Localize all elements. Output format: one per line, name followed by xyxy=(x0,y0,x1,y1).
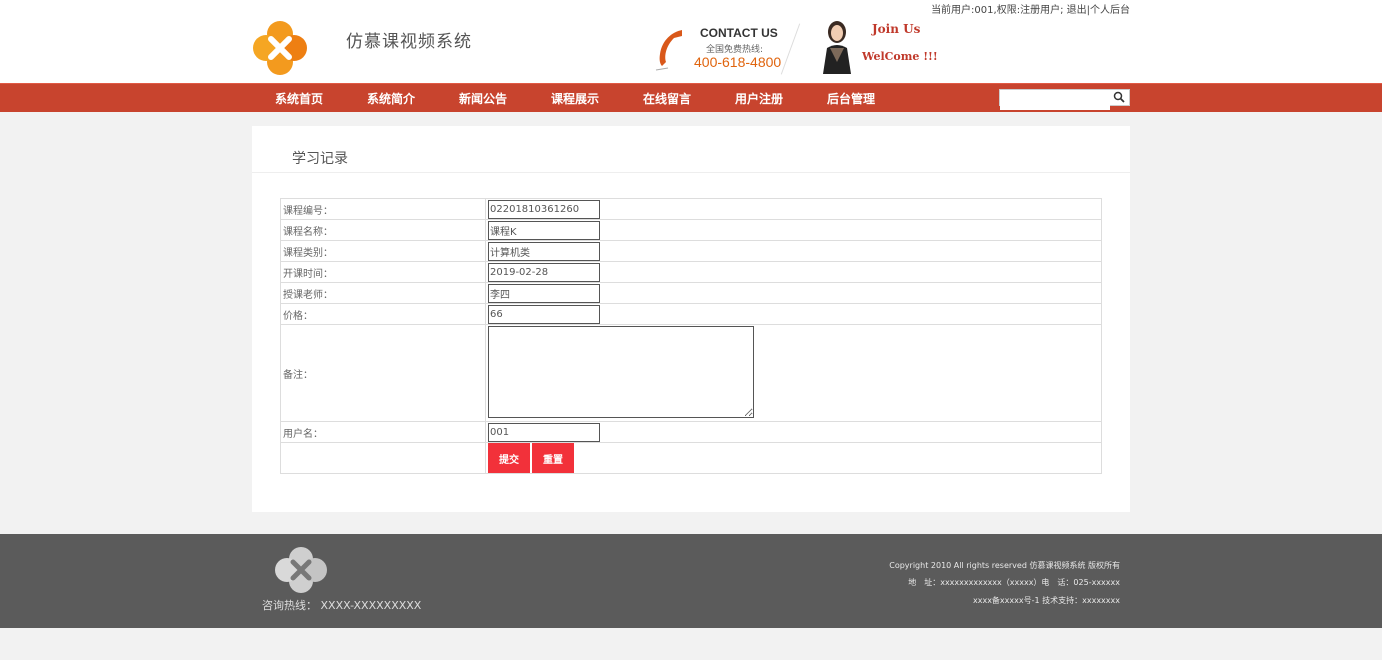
price-input[interactable] xyxy=(488,304,600,324)
header: 当前用户:001,权限:注册用户; 退出|个人后台 仿慕课视频系统 CONTAC… xyxy=(0,0,1382,83)
remark-label: 备注： xyxy=(280,324,486,422)
search-input[interactable] xyxy=(1000,95,1110,110)
footer-icp: xxxx备xxxxx号-1 技术支持：xxxxxxxx xyxy=(972,596,1120,605)
nav-item-news[interactable]: 新闻公告 xyxy=(459,90,507,107)
teacher-cell xyxy=(485,282,1102,304)
start-time-label: 开课时间： xyxy=(280,261,486,283)
woman-avatar-image xyxy=(823,21,851,74)
personal-center-link[interactable]: 个人后台 xyxy=(1090,5,1130,16)
start-time-cell xyxy=(485,261,1102,283)
footer: 咨询热线： XXXX-XXXXXXXXX Copyright 2010 All … xyxy=(0,534,1382,628)
footer-address: 地 址：xxxxxxxxxxxxx（xxxxx）电 话：025-xxxxxx xyxy=(908,578,1120,587)
form-row-course-type: 课程类别： xyxy=(280,240,1102,262)
buttons-cell: 提交 重置 xyxy=(485,442,1102,474)
start-time-input[interactable] xyxy=(488,262,600,282)
price-label: 价格： xyxy=(280,303,486,325)
course-type-label: 课程类别： xyxy=(280,240,486,262)
reset-button[interactable]: 重置 xyxy=(532,443,574,473)
nav-item-messages[interactable]: 在线留言 xyxy=(643,90,691,107)
teacher-label: 授课老师： xyxy=(280,282,486,304)
user-status-bar: 当前用户:001,权限:注册用户; 退出|个人后台 xyxy=(931,1,1130,16)
contact-phone: 400-618-4800 xyxy=(694,54,782,70)
nav-item-courses[interactable]: 课程展示 xyxy=(551,90,599,107)
orange-flower-logo-icon[interactable] xyxy=(252,20,308,76)
username-input[interactable] xyxy=(488,422,600,442)
teacher-input[interactable] xyxy=(488,283,600,303)
username-cell xyxy=(485,421,1102,443)
main-nav: 系统首页 系统简介 新闻公告 课程展示 在线留言 用户注册 后台管理 xyxy=(0,83,1382,112)
buttons-label-cell xyxy=(280,442,486,474)
remark-textarea[interactable] xyxy=(488,325,754,418)
nav-item-intro[interactable]: 系统简介 xyxy=(367,90,415,107)
user-info: 当前用户:001,权限:注册用户; xyxy=(931,5,1064,16)
panel-header: 学习记录 xyxy=(252,126,1130,173)
course-name-input[interactable] xyxy=(488,220,600,240)
nav-item-register[interactable]: 用户注册 xyxy=(735,90,783,107)
submit-button[interactable]: 提交 xyxy=(488,443,530,473)
study-record-form: 课程编号： 课程名称： 课程类别： 开课时间： 授课老师： 价格： 备注： 用 xyxy=(280,198,1102,474)
form-row-start-time: 开课时间： xyxy=(280,261,1102,283)
contact-block: CONTACT US 全国免费热线: 400-618-4800 xyxy=(652,22,802,74)
form-row-course-no: 课程编号： xyxy=(280,198,1102,220)
phone-handset-icon xyxy=(655,30,682,71)
study-record-panel: 学习记录 课程编号： 课程名称： 课程类别： 开课时间： 授课老师： 价格： 备… xyxy=(252,126,1130,512)
nav-item-home[interactable]: 系统首页 xyxy=(275,90,323,107)
nav-item-admin[interactable]: 后台管理 xyxy=(827,90,875,107)
username-label: 用户名： xyxy=(280,421,486,443)
course-no-label: 课程编号： xyxy=(280,198,486,220)
course-type-input[interactable] xyxy=(488,241,600,261)
site-title: 仿慕课视频系统 xyxy=(346,32,472,52)
form-row-course-name: 课程名称： xyxy=(280,219,1102,241)
search-icon[interactable] xyxy=(1113,91,1125,103)
form-row-username: 用户名： xyxy=(280,421,1102,443)
course-name-label: 课程名称： xyxy=(280,219,486,241)
remark-cell xyxy=(485,324,1102,422)
course-no-input[interactable] xyxy=(488,199,600,219)
course-no-cell xyxy=(485,198,1102,220)
contact-title: CONTACT US xyxy=(700,26,778,40)
logout-link[interactable]: 退出 xyxy=(1067,5,1087,16)
gray-flower-logo-icon xyxy=(275,547,327,593)
search-box xyxy=(999,89,1130,110)
form-row-remark: 备注： xyxy=(280,324,1102,422)
price-cell xyxy=(485,303,1102,325)
join-us-text: Join Us xyxy=(872,22,921,36)
footer-hotline: 咨询热线： XXXX-XXXXXXXXX xyxy=(262,599,422,612)
page-title: 学习记录 xyxy=(292,151,348,167)
course-type-cell xyxy=(485,240,1102,262)
form-row-price: 价格： xyxy=(280,303,1102,325)
form-row-buttons: 提交 重置 xyxy=(280,442,1102,474)
course-name-cell xyxy=(485,219,1102,241)
footer-copyright: Copyright 2010 All rights reserved 仿慕课视频… xyxy=(889,561,1120,570)
welcome-text: WelCome !!! xyxy=(862,50,938,63)
form-row-teacher: 授课老师： xyxy=(280,282,1102,304)
